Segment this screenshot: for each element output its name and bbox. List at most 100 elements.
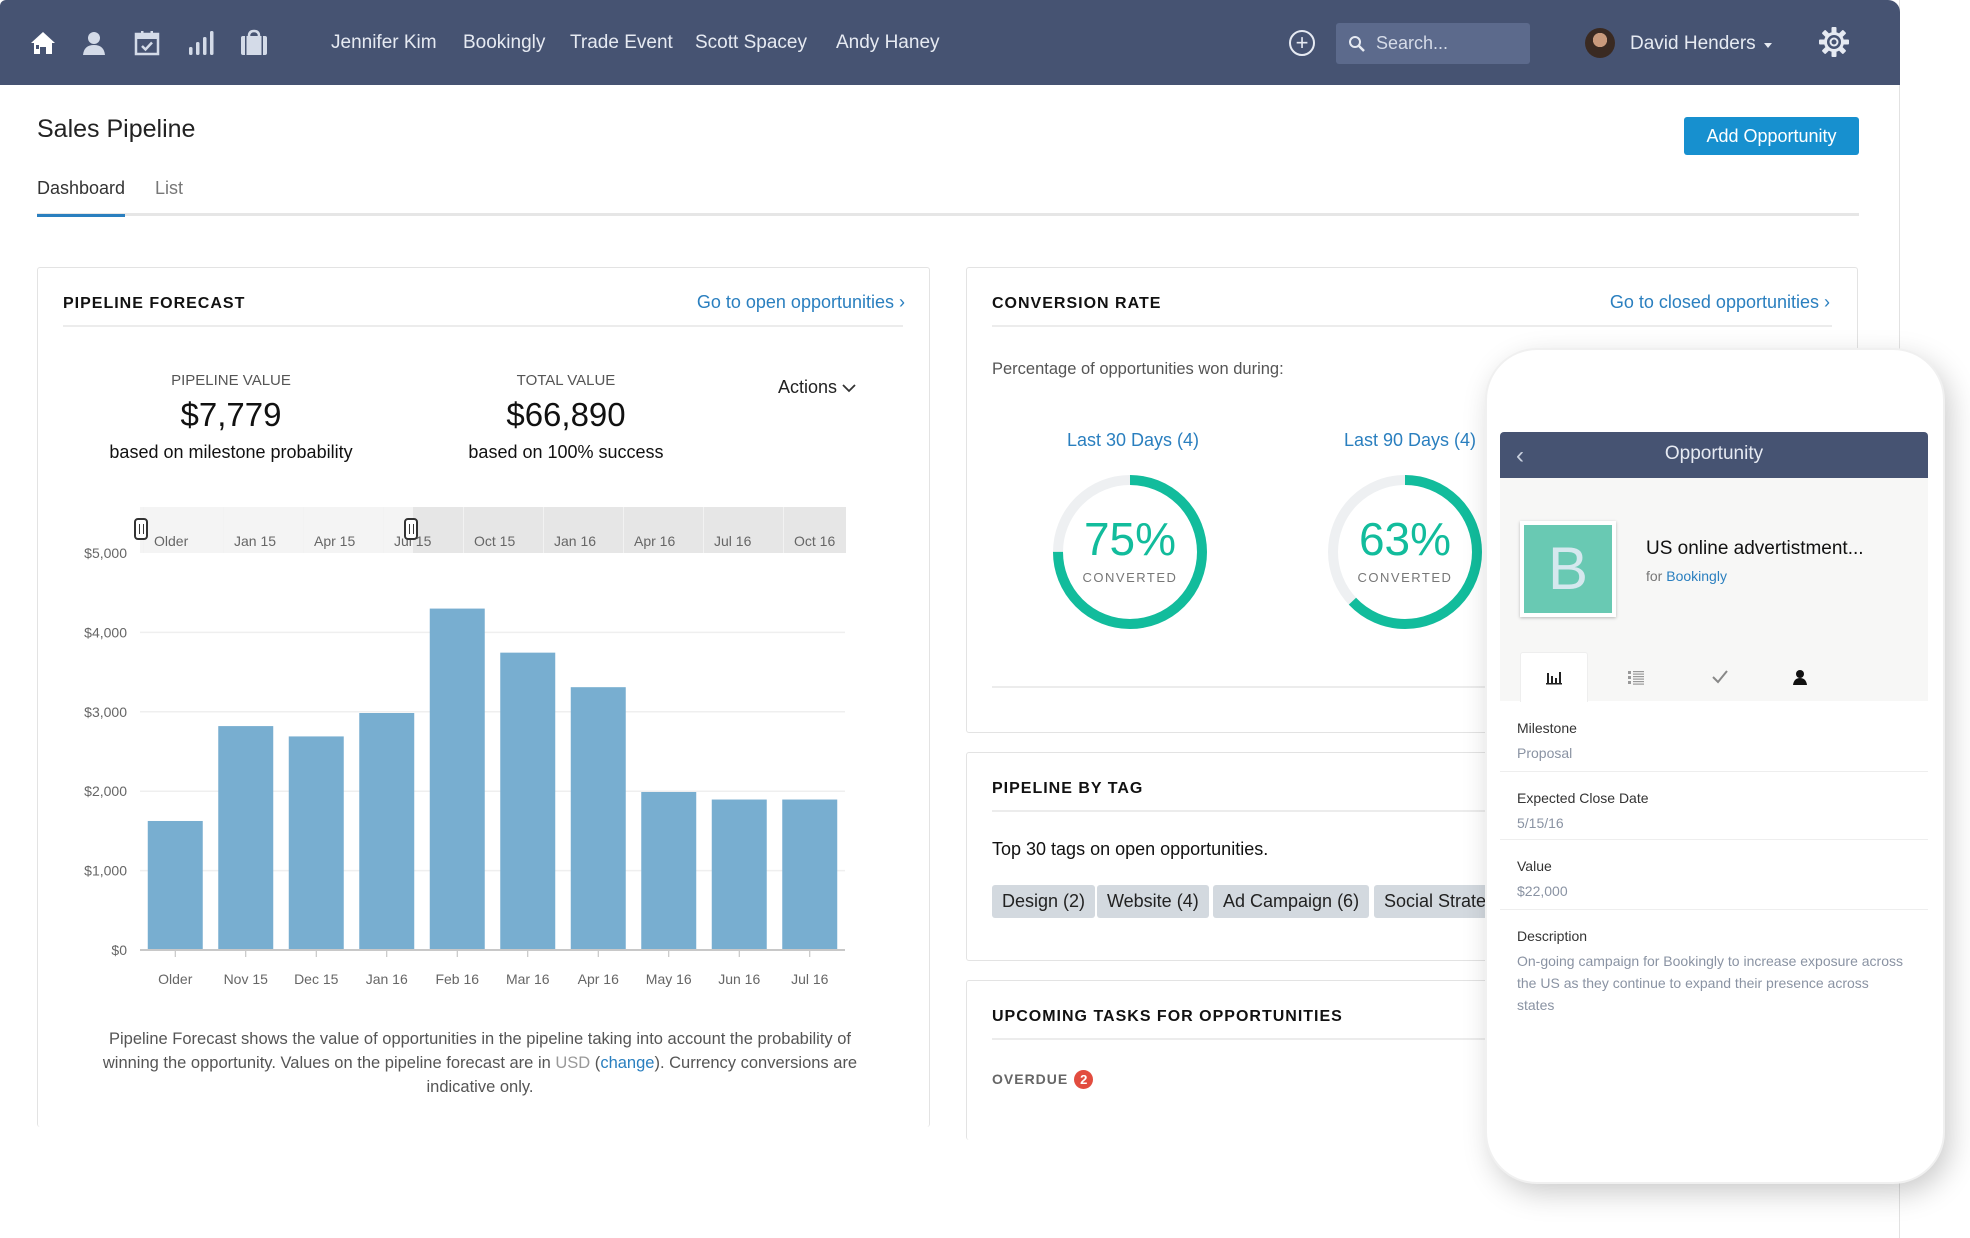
pipeline-value-note: based on milestone probability (109, 442, 353, 462)
currency-code: USD (555, 1054, 591, 1072)
x-tick-label: Mar 16 (506, 971, 550, 987)
x-tick-label: Older (158, 971, 193, 987)
tag-ad-campaign[interactable]: Ad Campaign (6) (1213, 885, 1370, 918)
search-input[interactable] (1376, 33, 1526, 54)
total-value-label: TOTAL VALUE (516, 372, 616, 389)
chart-icon (1546, 671, 1562, 684)
forecast-footnote: Pipeline Forecast shows the value of opp… (90, 1027, 870, 1099)
closed-opportunities-link[interactable]: Go to closed opportunities › (1610, 292, 1830, 313)
field-expected-close-date: Expected Close Date 5/15/16 (1500, 772, 1928, 840)
tab-dashboard[interactable]: Dashboard (37, 178, 126, 217)
x-tick-label: Dec 15 (294, 971, 339, 987)
y-tick-label: $0 (111, 942, 127, 958)
total-value: $66,890 (506, 396, 626, 433)
search-icon (1349, 35, 1365, 52)
person-icon (1793, 670, 1807, 685)
bar[interactable] (147, 820, 203, 950)
contact-icon[interactable] (79, 28, 109, 58)
actions-dropdown[interactable]: Actions (778, 377, 856, 398)
company-logo: B (1520, 521, 1616, 617)
recent-link-andy-haney[interactable]: Andy Haney (836, 32, 940, 54)
actions-label: Actions (778, 377, 838, 397)
tag-design[interactable]: Design (2) (992, 885, 1096, 918)
x-tick-label: Jun 16 (718, 971, 760, 987)
add-opportunity-button[interactable]: Add Opportunity (1684, 117, 1859, 155)
gear-icon[interactable] (1818, 26, 1850, 58)
divider (992, 325, 1832, 327)
divider (63, 325, 903, 327)
chevron-down-icon (842, 384, 856, 393)
top-navbar: Jennifer Kim Bookingly Trade Event Scott… (0, 0, 1900, 85)
bar[interactable] (359, 712, 415, 950)
search-box[interactable] (1336, 23, 1530, 64)
tags-description: Top 30 tags on open opportunities. (992, 839, 1269, 859)
pipeline-forecast-title: PIPELINE FORECAST (63, 295, 246, 312)
total-value-note: based on 100% success (468, 442, 664, 462)
user-menu-caret-icon[interactable] (1764, 43, 1772, 48)
x-tick-label: Jul 16 (791, 971, 829, 987)
bar[interactable] (500, 652, 556, 950)
y-tick-label: $2,000 (84, 783, 127, 799)
tab-list[interactable]: List (155, 178, 183, 214)
field-value: 5/15/16 (1517, 815, 1564, 831)
bar[interactable] (782, 799, 838, 950)
pipeline-by-tag-title: PIPELINE BY TAG (992, 780, 1144, 797)
footnote-paren: ( (590, 1054, 601, 1072)
open-opportunities-link[interactable]: Go to open opportunities › (697, 292, 905, 313)
briefcase-icon[interactable] (239, 28, 269, 58)
recent-link-bookingly[interactable]: Bookingly (463, 32, 545, 54)
last-30-days-link[interactable]: Last 30 Days (4) (1067, 430, 1199, 451)
field-label: Milestone (1517, 720, 1577, 736)
bar[interactable] (218, 726, 274, 950)
conversion-caption: CONVERTED (1358, 570, 1453, 585)
overdue-count-badge: 2 (1074, 1070, 1094, 1089)
conversion-description: Percentage of opportunities won during: (992, 360, 1284, 378)
logo-letter: B (1524, 525, 1612, 613)
bar[interactable] (429, 608, 485, 950)
overdue-section[interactable]: OVERDUE 2 (992, 1070, 1094, 1089)
field-label: Description (1517, 928, 1588, 944)
field-label: Value (1517, 858, 1552, 874)
y-tick-label: $1,000 (84, 863, 127, 879)
mobile-tab-details[interactable] (1520, 652, 1588, 702)
upcoming-tasks-title: UPCOMING TASKS FOR OPPORTUNITIES (992, 1008, 1343, 1025)
recent-link-jennifer-kim[interactable]: Jennifer Kim (331, 32, 437, 54)
reports-icon[interactable] (185, 28, 215, 58)
field-description: Description On-going campaign for Bookin… (1500, 910, 1928, 1050)
user-avatar[interactable] (1585, 28, 1615, 58)
bar[interactable] (288, 736, 344, 950)
bar[interactable] (711, 799, 767, 950)
mobile-title: Opportunity (1664, 443, 1764, 464)
mobile-tab-tasks[interactable] (1686, 652, 1754, 702)
change-currency-link[interactable]: change (600, 1054, 654, 1072)
y-tick-label: $5,000 (84, 545, 127, 561)
pipeline-value: $7,779 (180, 396, 282, 433)
mobile-tab-notes[interactable] (1602, 652, 1670, 702)
opportunity-company: for Bookingly (1646, 568, 1727, 584)
opportunity-name: US online advertistment... (1646, 538, 1864, 559)
view-tabs: Dashboard List (37, 178, 1859, 217)
recent-link-trade-event[interactable]: Trade Event (570, 32, 673, 54)
field-value: On-going campaign for Bookingly to incre… (1517, 953, 1903, 1013)
last-90-days-link[interactable]: Last 90 Days (4) (1344, 430, 1476, 451)
pipeline-forecast-chart: $0 $1,000 $2,000 $3,000 $4,000 $5,000 Older Nov… (84, 545, 845, 987)
mobile-tab-people[interactable] (1766, 652, 1834, 702)
conversion-caption: CONVERTED (1083, 570, 1178, 585)
recent-link-scott-spacey[interactable]: Scott Spacey (695, 32, 807, 54)
for-prefix: for (1646, 568, 1667, 584)
bar[interactable] (570, 687, 626, 950)
field-value: $22,000 (1517, 883, 1568, 899)
conversion-donut-90-days: 63% CONVERTED (1328, 475, 1482, 629)
x-tick-label: Feb 16 (435, 971, 479, 987)
field-value: Value $22,000 (1500, 840, 1928, 910)
quick-add-button[interactable]: + (1289, 30, 1315, 56)
x-tick-label: May 16 (646, 971, 692, 987)
home-icon[interactable] (28, 28, 58, 58)
calendar-icon[interactable] (132, 28, 162, 58)
tag-website[interactable]: Website (4) (1097, 885, 1209, 918)
bar[interactable] (641, 791, 697, 950)
conversion-rate-title: CONVERSION RATE (992, 295, 1162, 312)
company-link[interactable]: Bookingly (1666, 568, 1727, 584)
overdue-label: OVERDUE (992, 1071, 1069, 1087)
user-menu[interactable]: David Henders (1630, 33, 1756, 55)
